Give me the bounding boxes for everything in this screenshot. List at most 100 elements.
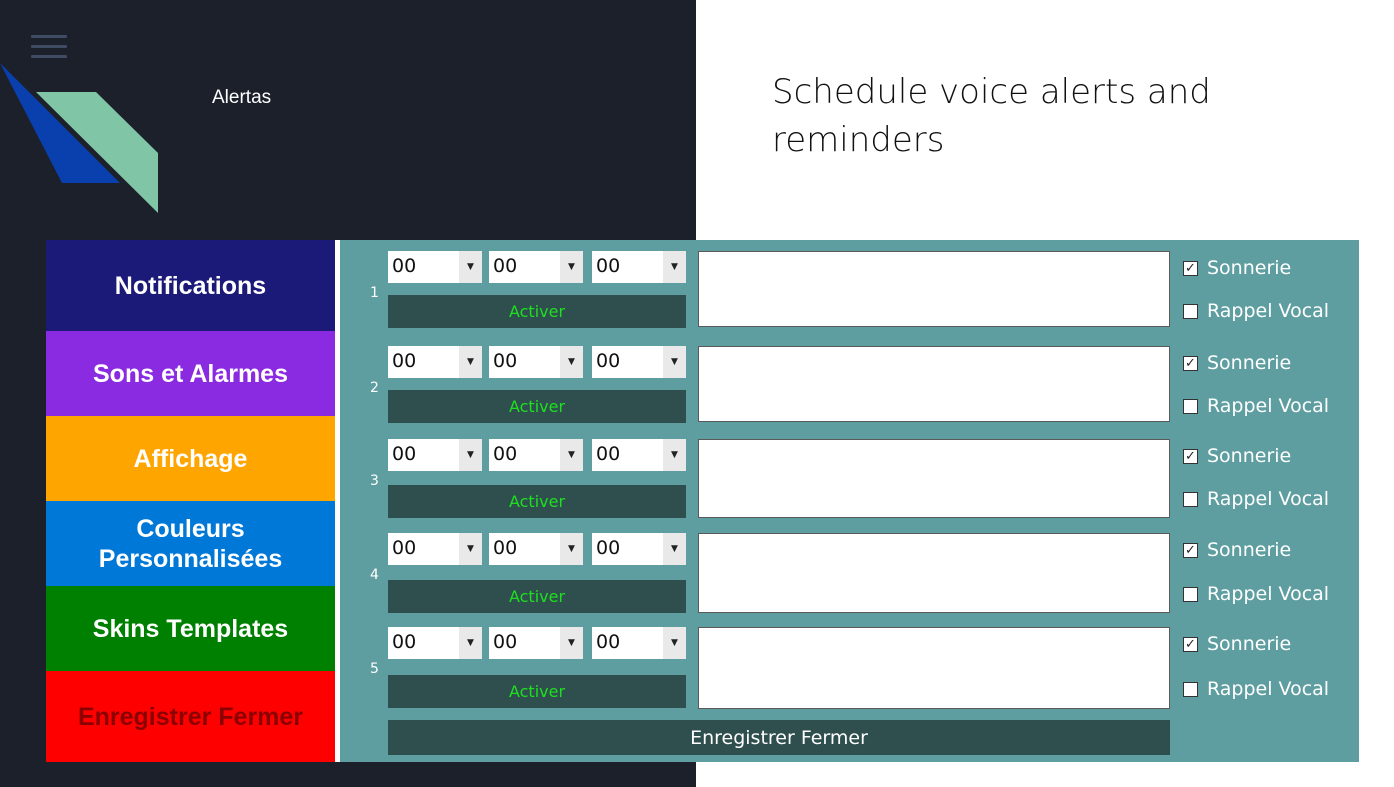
minute-select[interactable]: 00 ▼ — [489, 533, 583, 565]
minute-select[interactable]: 00 ▼ — [489, 439, 583, 471]
ring-label: Sonnerie — [1207, 445, 1292, 467]
voice-reminder-checkbox[interactable]: Rappel Vocal — [1183, 583, 1329, 605]
app-title: Alertas — [212, 87, 272, 108]
alert-row-number: 5 — [370, 661, 379, 677]
second-select[interactable]: 00 ▼ — [592, 346, 686, 378]
ring-label: Sonnerie — [1207, 539, 1292, 561]
checkmark-icon[interactable]: ✓ — [1183, 636, 1198, 652]
hour-value: 00 — [392, 537, 417, 559]
chevron-down-icon[interactable]: ▼ — [459, 533, 482, 565]
sidebar-item-label: Sons et Alarmes — [93, 359, 288, 388]
voice-reminder-checkbox[interactable]: Rappel Vocal — [1183, 488, 1329, 510]
sidebar-item-skins-templates[interactable]: Skins Templates — [46, 586, 335, 671]
alert-row-number: 3 — [370, 473, 379, 489]
hour-select[interactable]: 00 ▼ — [388, 627, 482, 659]
activate-button[interactable]: Activer — [388, 390, 686, 423]
chevron-down-icon[interactable]: ▼ — [663, 533, 686, 565]
second-select[interactable]: 00 ▼ — [592, 627, 686, 659]
chevron-down-icon[interactable]: ▼ — [560, 439, 583, 471]
checkbox-empty-icon[interactable] — [1183, 586, 1198, 602]
alerts-panel: 1 00 ▼ 00 ▼ 00 ▼ Activer ✓ Sonnerie Rappel V… — [340, 240, 1359, 762]
sidebar-item-notifications[interactable]: Notifications — [46, 240, 335, 331]
second-value: 00 — [596, 255, 621, 277]
sidebar-item-custom-colors[interactable]: Couleurs Personnalisées — [46, 501, 335, 586]
chevron-down-icon[interactable]: ▼ — [663, 346, 686, 378]
ring-label: Sonnerie — [1207, 352, 1292, 374]
chevron-down-icon[interactable]: ▼ — [663, 251, 686, 283]
sidebar-item-label: Notifications — [114, 271, 267, 300]
alert-row-number: 4 — [370, 567, 379, 583]
second-value: 00 — [596, 537, 621, 559]
checkbox-empty-icon[interactable] — [1183, 303, 1198, 319]
checkbox-empty-icon[interactable] — [1183, 681, 1198, 697]
ring-checkbox[interactable]: ✓ Sonnerie — [1183, 633, 1291, 655]
chevron-down-icon[interactable]: ▼ — [459, 346, 482, 378]
second-select[interactable]: 00 ▼ — [592, 251, 686, 283]
ring-checkbox[interactable]: ✓ Sonnerie — [1183, 445, 1291, 467]
checkbox-empty-icon[interactable] — [1183, 491, 1198, 507]
alert-message-field[interactable] — [698, 346, 1170, 422]
hour-select[interactable]: 00 ▼ — [388, 346, 482, 378]
checkmark-icon[interactable]: ✓ — [1183, 355, 1198, 371]
hour-select[interactable]: 00 ▼ — [388, 533, 482, 565]
voice-reminder-checkbox[interactable]: Rappel Vocal — [1183, 300, 1329, 322]
minute-value: 00 — [493, 443, 518, 465]
second-select[interactable]: 00 ▼ — [592, 439, 686, 471]
second-value: 00 — [596, 631, 621, 653]
minute-value: 00 — [493, 631, 518, 653]
sidebar-item-label: Skins Templates — [92, 614, 289, 643]
checkmark-icon[interactable]: ✓ — [1183, 542, 1198, 558]
alert-row: 2 00 ▼ 00 ▼ 00 ▼ Activer ✓ Sonnerie Rappel V… — [340, 346, 1359, 442]
activate-button[interactable]: Activer — [388, 295, 686, 328]
chevron-down-icon[interactable]: ▼ — [560, 533, 583, 565]
minute-select[interactable]: 00 ▼ — [489, 627, 583, 659]
chevron-down-icon[interactable]: ▼ — [663, 627, 686, 659]
chevron-down-icon[interactable]: ▼ — [459, 439, 482, 471]
voice-label: Rappel Vocal — [1207, 300, 1330, 322]
ring-checkbox[interactable]: ✓ Sonnerie — [1183, 352, 1291, 374]
save-close-button[interactable]: Enregistrer Fermer — [388, 720, 1170, 755]
alert-row: 3 00 ▼ 00 ▼ 00 ▼ Activer ✓ Sonnerie Rappel V… — [340, 439, 1359, 535]
alert-message-field[interactable] — [698, 533, 1170, 613]
second-select[interactable]: 00 ▼ — [592, 533, 686, 565]
chevron-down-icon[interactable]: ▼ — [560, 346, 583, 378]
voice-label: Rappel Vocal — [1207, 488, 1330, 510]
sidebar-item-save-close[interactable]: Enregistrer Fermer — [46, 671, 335, 762]
alert-message-field[interactable] — [698, 251, 1170, 327]
sidebar-item-label: Couleurs Personnalisées — [98, 514, 283, 573]
app-logo — [0, 63, 158, 213]
alert-row-number: 1 — [370, 285, 379, 301]
hour-value: 00 — [392, 631, 417, 653]
activate-button[interactable]: Activer — [388, 485, 686, 518]
hour-select[interactable]: 00 ▼ — [388, 251, 482, 283]
checkbox-empty-icon[interactable] — [1183, 398, 1198, 414]
ring-checkbox[interactable]: ✓ Sonnerie — [1183, 539, 1291, 561]
sidebar-item-sounds-alarms[interactable]: Sons et Alarmes — [46, 331, 335, 416]
voice-reminder-checkbox[interactable]: Rappel Vocal — [1183, 395, 1329, 417]
alert-row-number: 2 — [370, 380, 379, 396]
minute-value: 00 — [493, 255, 518, 277]
alert-message-field[interactable] — [698, 439, 1170, 518]
ring-checkbox[interactable]: ✓ Sonnerie — [1183, 257, 1291, 279]
ring-label: Sonnerie — [1207, 633, 1292, 655]
hour-value: 00 — [392, 350, 417, 372]
alert-row: 1 00 ▼ 00 ▼ 00 ▼ Activer ✓ Sonnerie Rappel V… — [340, 251, 1359, 347]
activate-button[interactable]: Activer — [388, 580, 686, 613]
chevron-down-icon[interactable]: ▼ — [459, 251, 482, 283]
checkmark-icon[interactable]: ✓ — [1183, 260, 1198, 276]
chevron-down-icon[interactable]: ▼ — [560, 627, 583, 659]
voice-label: Rappel Vocal — [1207, 395, 1330, 417]
hour-select[interactable]: 00 ▼ — [388, 439, 482, 471]
chevron-down-icon[interactable]: ▼ — [560, 251, 583, 283]
checkmark-icon[interactable]: ✓ — [1183, 448, 1198, 464]
sidebar-item-display[interactable]: Affichage — [46, 416, 335, 501]
chevron-down-icon[interactable]: ▼ — [663, 439, 686, 471]
activate-button[interactable]: Activer — [388, 675, 686, 708]
chevron-down-icon[interactable]: ▼ — [459, 627, 482, 659]
minute-select[interactable]: 00 ▼ — [489, 346, 583, 378]
second-value: 00 — [596, 350, 621, 372]
minute-select[interactable]: 00 ▼ — [489, 251, 583, 283]
voice-reminder-checkbox[interactable]: Rappel Vocal — [1183, 678, 1329, 700]
voice-label: Rappel Vocal — [1207, 678, 1330, 700]
alert-message-field[interactable] — [698, 627, 1170, 709]
